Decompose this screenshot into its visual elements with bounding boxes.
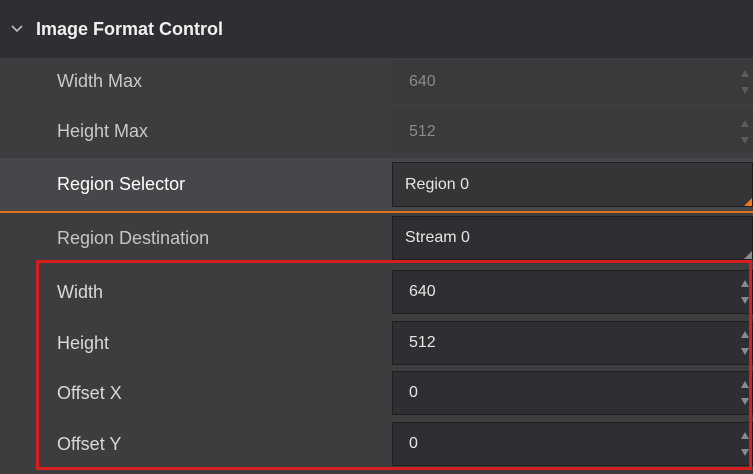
region-selector-value: Region 0: [405, 175, 470, 193]
offset-x-label: Offset X: [57, 382, 122, 403]
section-header-image-format-control[interactable]: Image Format Control: [0, 0, 753, 58]
spin-arrows-icon[interactable]: [740, 381, 750, 405]
row-region-destination[interactable]: Region Destination Stream 0: [0, 213, 753, 263]
width-max-field: 640: [392, 60, 753, 103]
offset-x-input[interactable]: 0: [392, 371, 753, 415]
row-offset-x[interactable]: Offset X 0: [0, 368, 753, 418]
row-width[interactable]: Width 640: [0, 266, 753, 318]
width-max-value: 640: [409, 72, 436, 90]
height-max-label: Height Max: [57, 121, 149, 141]
region-destination-value: Stream 0: [405, 229, 470, 246]
spin-arrows-icon[interactable]: [740, 331, 750, 355]
spin-arrows-icon: [740, 69, 750, 94]
region-selector-label: Region Selector: [57, 174, 186, 194]
width-value: 640: [409, 283, 436, 300]
region-destination-dropdown[interactable]: Stream 0: [392, 216, 753, 260]
row-width-max: Width Max 640: [0, 58, 753, 105]
height-value: 512: [409, 334, 436, 351]
spin-arrows-icon[interactable]: [740, 432, 750, 456]
region-selector-dropdown[interactable]: Region 0: [392, 162, 753, 207]
offset-y-label: Offset Y: [57, 433, 122, 454]
row-offset-y[interactable]: Offset Y 0: [0, 418, 753, 470]
properties-panel: Image Format Control Width Max 640 Heigh…: [0, 0, 753, 474]
row-region-selector[interactable]: Region Selector Region 0: [0, 158, 753, 211]
offset-y-input[interactable]: 0: [392, 422, 753, 466]
dropdown-corner-icon[interactable]: [744, 251, 752, 259]
offset-y-value: 0: [409, 435, 418, 452]
row-height-max: Height Max 512: [0, 105, 753, 158]
chevron-down-icon[interactable]: [8, 20, 26, 38]
spin-arrows-icon[interactable]: [740, 280, 750, 304]
height-max-field: 512: [392, 110, 753, 153]
dropdown-corner-icon[interactable]: [744, 198, 752, 206]
offset-x-value: 0: [409, 384, 418, 401]
width-max-label: Width Max: [57, 71, 143, 91]
section-title: Image Format Control: [36, 18, 224, 39]
width-input[interactable]: 640: [392, 270, 753, 314]
height-input[interactable]: 512: [392, 321, 753, 365]
region-destination-label: Region Destination: [57, 227, 210, 248]
row-height[interactable]: Height 512: [0, 318, 753, 368]
width-label: Width: [57, 281, 104, 302]
spin-arrows-icon: [740, 119, 750, 144]
height-max-value: 512: [409, 122, 436, 140]
height-label: Height: [57, 332, 110, 353]
